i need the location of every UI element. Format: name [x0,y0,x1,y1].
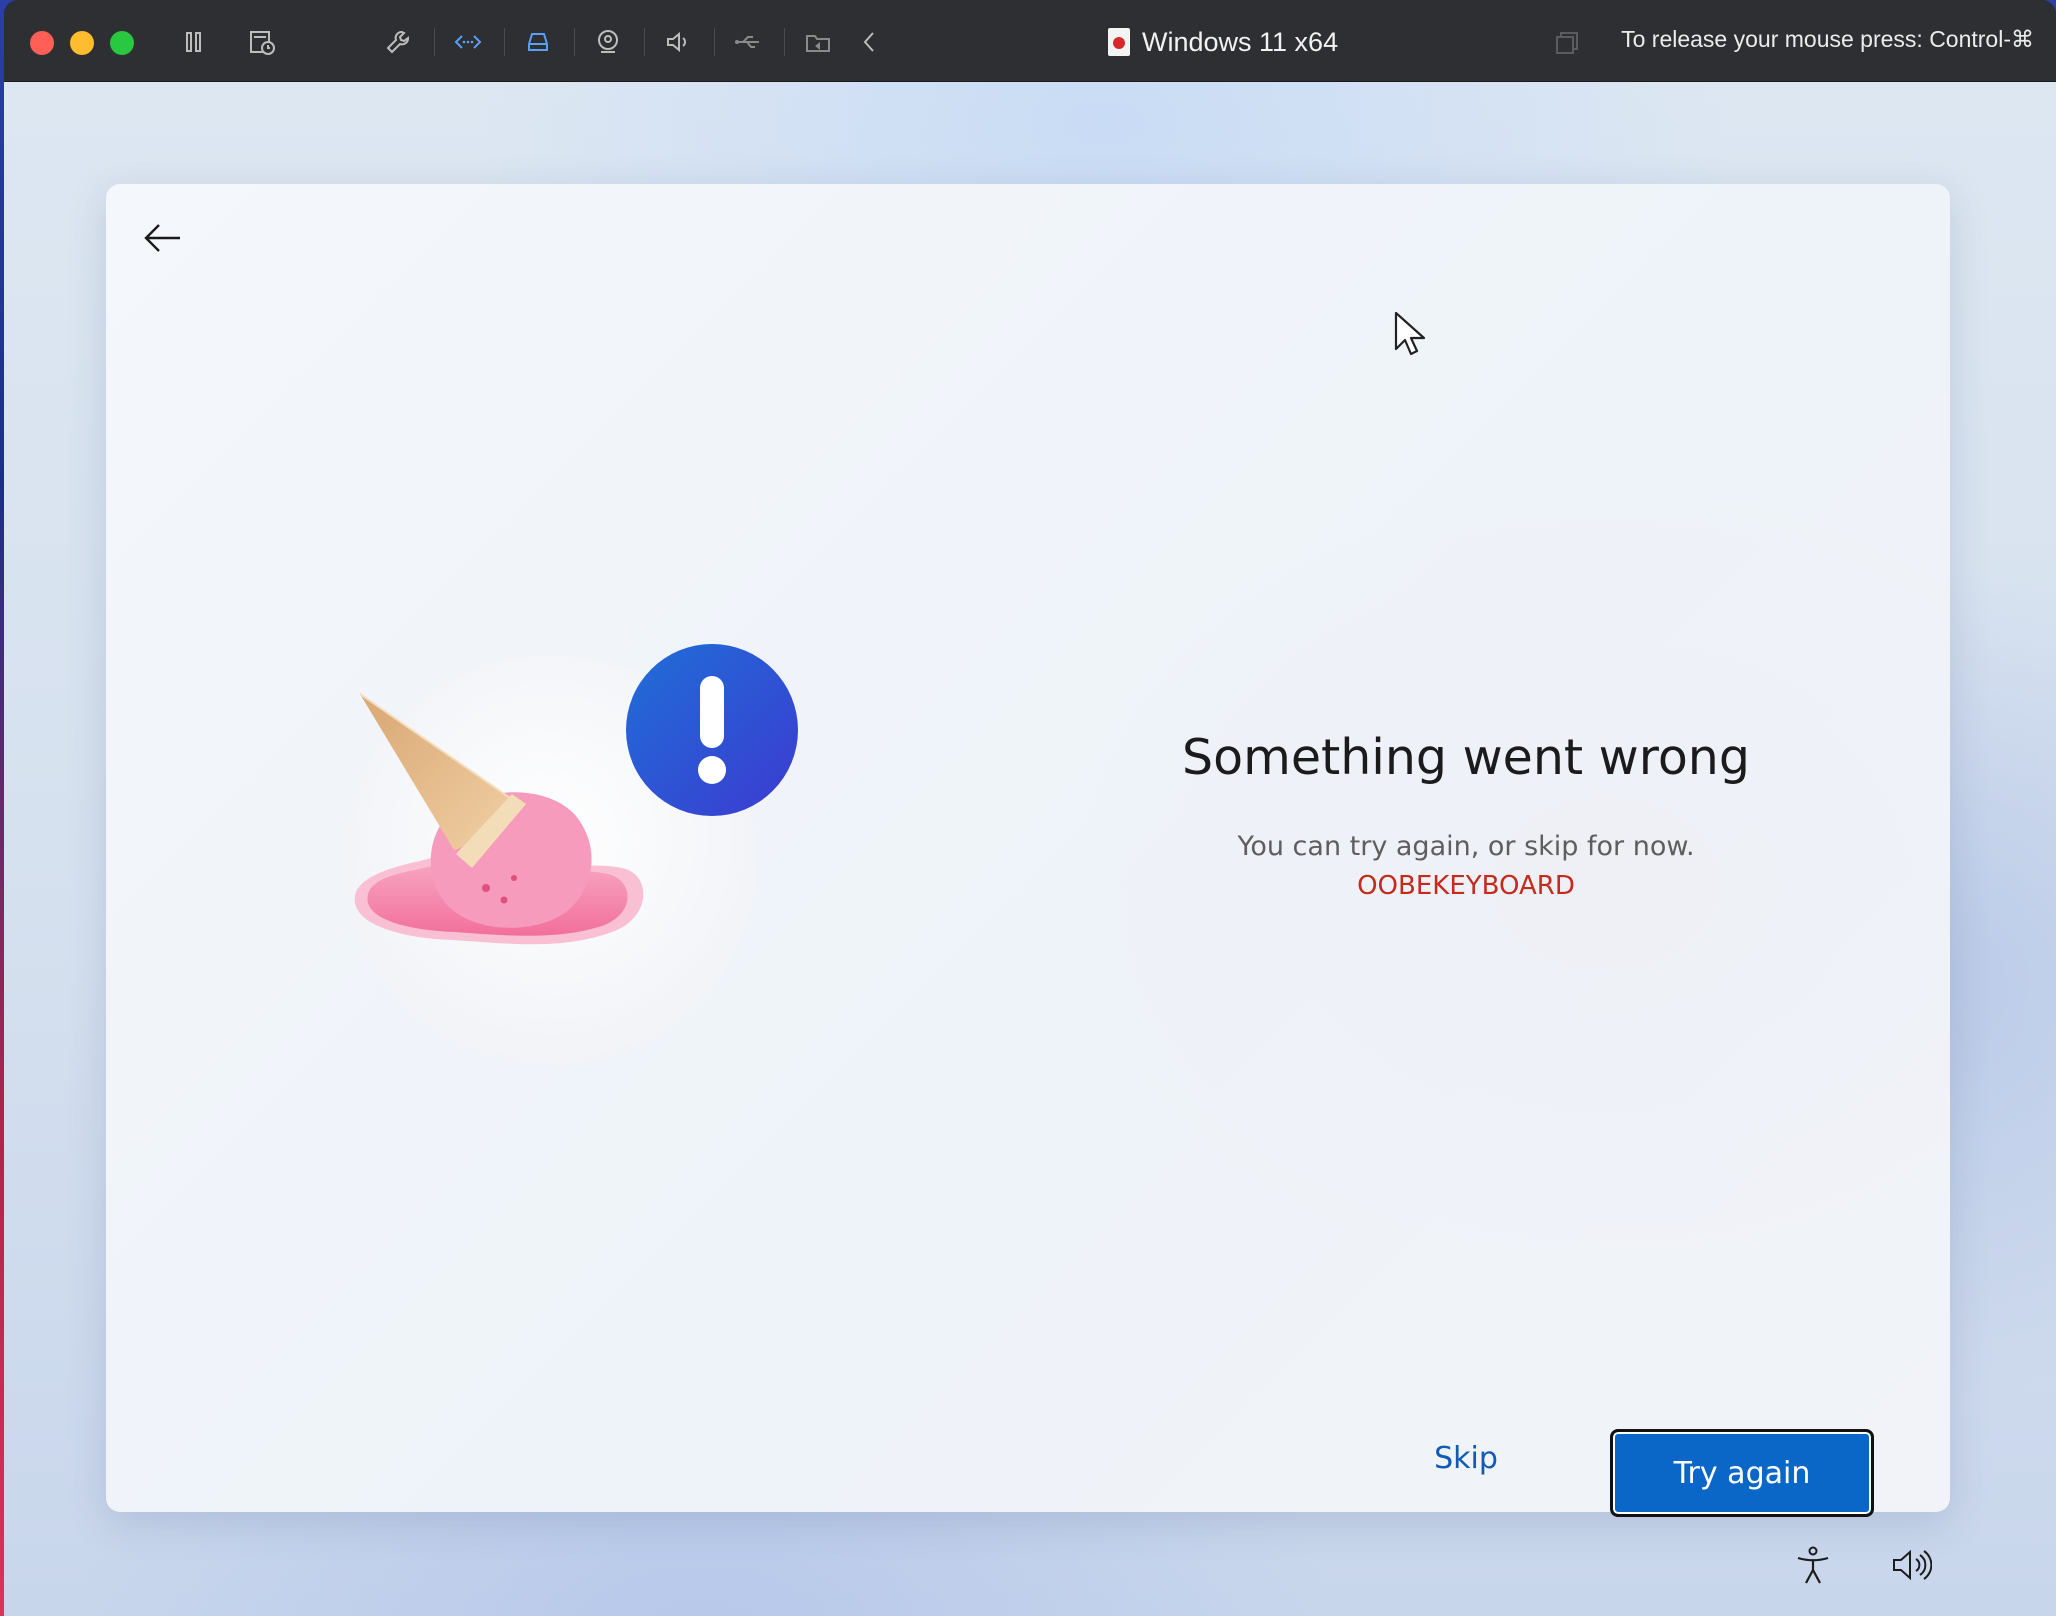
settings-wrench-icon[interactable] [380,24,416,60]
collapse-chevron-icon[interactable] [852,24,888,60]
error-message: You can try again, or skip for now. [1237,831,1695,862]
try-again-button[interactable]: Try again [1610,1429,1874,1517]
release-mouse-hint: To release your mouse press: Control-⌘ [1621,26,2034,52]
vm-window: Windows 11 x64 To release your mouse pre… [4,0,2056,1616]
back-button[interactable] [136,212,188,264]
pause-icon[interactable] [176,24,212,60]
oobe-card: Something went wrong You can try again, … [106,184,1950,1517]
error-heading: Something went wrong [1182,729,1750,786]
vm-title: Windows 11 x64 [1108,22,1338,62]
skip-button[interactable]: Skip [1316,1428,1616,1488]
accessibility-icon[interactable] [1790,1542,1836,1588]
toolbar-separator [434,28,435,56]
network-icon[interactable] [450,24,486,60]
volume-icon[interactable] [1888,1542,1934,1588]
guest-screen: Something went wrong You can try again, … [4,82,2056,1616]
zoom-window-button[interactable] [110,31,134,55]
toolbar-separator [784,28,785,56]
vm-document-icon [1108,28,1130,56]
toolbar-separator [504,28,505,56]
vm-title-text: Windows 11 x64 [1142,26,1339,57]
toolbar-separator [644,28,645,56]
error-code: OOBEKEYBOARD [1357,871,1575,901]
toolbar-separator [714,28,715,56]
vm-titlebar: Windows 11 x64 To release your mouse pre… [4,0,2056,82]
toolbar-separator [574,28,575,56]
usb-icon[interactable] [730,24,766,60]
shared-folder-icon[interactable] [800,24,836,60]
minimize-window-button[interactable] [70,31,94,55]
camera-icon[interactable] [590,24,626,60]
sound-icon[interactable] [660,24,696,60]
snapshot-icon[interactable] [244,24,280,60]
copy-window-icon[interactable] [1552,28,1582,58]
close-window-button[interactable] [30,31,54,55]
melted-ice-cream-illustration [344,644,798,1062]
mouse-pointer-icon [1394,311,1426,356]
disk-icon[interactable] [520,24,556,60]
back-arrow-icon [144,224,180,252]
